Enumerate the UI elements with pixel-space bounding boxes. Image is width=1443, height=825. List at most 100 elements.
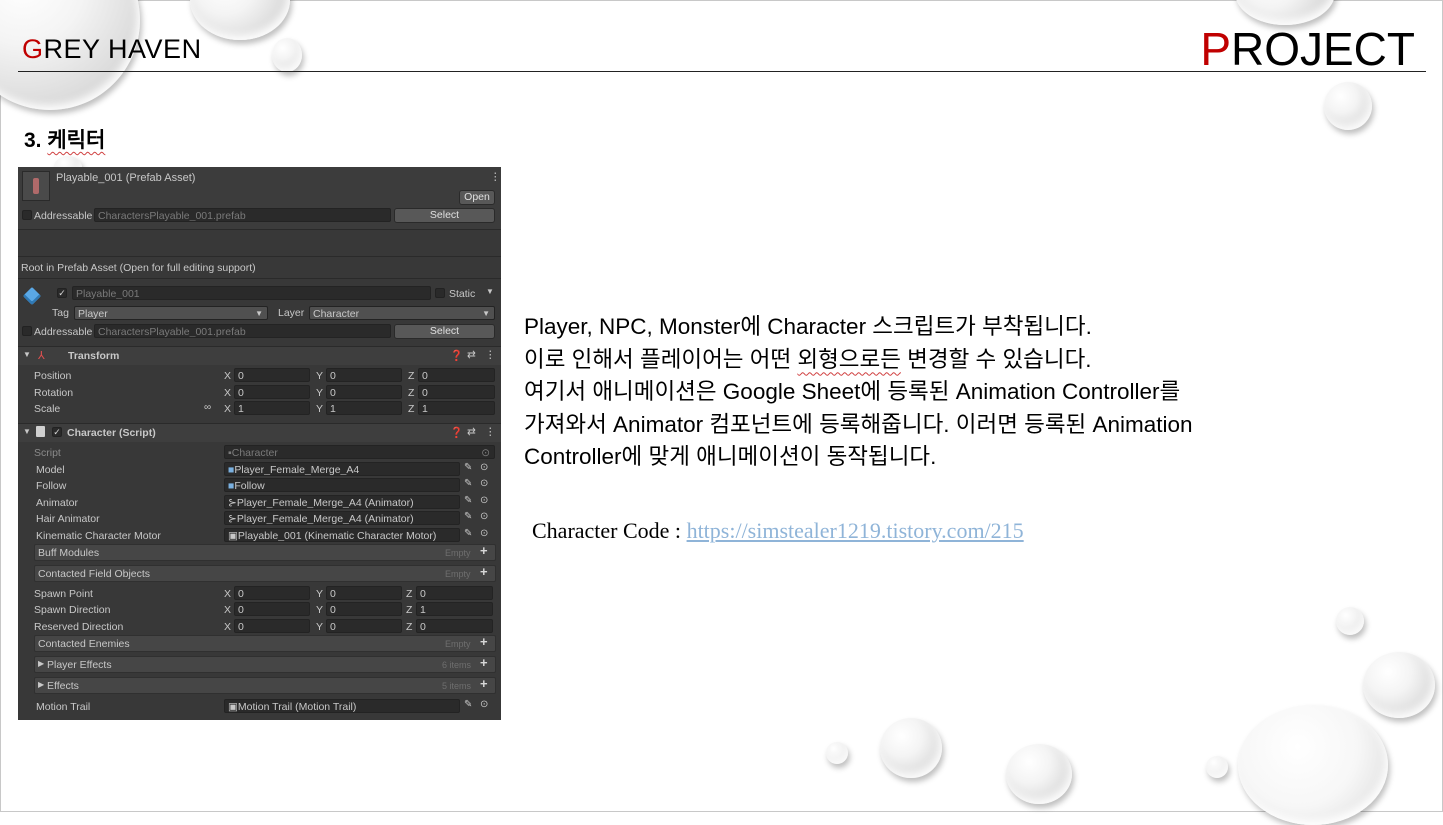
reserved-direction-y-field[interactable]: 0 [326, 619, 402, 633]
model-field[interactable]: ■Player_Female_Merge_A4 [224, 462, 460, 476]
droplet-decoration [826, 742, 848, 764]
kebab-menu-icon[interactable]: ⋮ [485, 426, 496, 438]
foldout-arrow-icon[interactable]: ▼ [23, 427, 31, 436]
effects-list[interactable] [34, 677, 496, 694]
add-icon[interactable]: + [480, 564, 488, 579]
add-icon[interactable]: + [480, 543, 488, 558]
static-dropdown-icon[interactable]: ▼ [486, 287, 494, 296]
target-icon[interactable]: ⊙ [480, 699, 488, 710]
add-icon[interactable]: + [480, 655, 488, 670]
transform-title: Transform [68, 350, 120, 362]
root-note: Root in Prefab Asset (Open for full edit… [21, 262, 256, 274]
asset-title: Playable_001 (Prefab Asset) [56, 172, 196, 184]
position-z-field[interactable]: 0 [418, 368, 495, 382]
axis-z-label: Z [408, 370, 415, 382]
pencil-icon[interactable]: ✎ [464, 495, 472, 506]
axis-x-label: X [224, 604, 232, 616]
pencil-icon[interactable]: ✎ [464, 699, 472, 710]
addressable-checkbox[interactable] [22, 210, 32, 220]
pencil-icon[interactable]: ✎ [464, 528, 472, 539]
description-fragment: 외형으로든 [797, 346, 901, 372]
follow-field[interactable]: ■Follow [224, 478, 460, 492]
open-button[interactable]: Open [459, 190, 495, 205]
reserved-direction-label: Reserved Direction [34, 621, 124, 633]
spawn-point-z-field[interactable]: 0 [416, 586, 493, 600]
brand-title: GREY HAVEN [22, 34, 202, 65]
rotation-z-field[interactable]: 0 [418, 385, 495, 399]
spawn-direction-z-field[interactable]: 1 [416, 602, 493, 616]
add-icon[interactable]: + [480, 634, 488, 649]
select-button[interactable]: Select [394, 324, 495, 339]
add-icon[interactable]: + [480, 676, 488, 691]
select-button[interactable]: Select [394, 208, 495, 223]
layer-dropdown[interactable]: Character ▼ [309, 306, 495, 320]
axis-y-label: Y [316, 387, 324, 399]
position-x-field[interactable]: 0 [234, 368, 310, 382]
droplet-decoration [1363, 652, 1435, 718]
chevron-down-icon: ▼ [482, 309, 490, 318]
scale-y-field[interactable]: 1 [326, 401, 402, 415]
help-icon[interactable]: ❓ [450, 426, 463, 439]
help-icon[interactable]: ❓ [450, 349, 463, 362]
reserved-direction-x-field[interactable]: 0 [234, 619, 310, 633]
target-icon[interactable]: ⊙ [480, 528, 488, 539]
scale-label: Scale [34, 403, 61, 415]
target-icon[interactable]: ⊙ [480, 495, 488, 506]
target-icon[interactable]: ⊙ [480, 478, 488, 489]
axis-y-label: Y [316, 588, 324, 600]
hair-animator-field[interactable]: ⊱Player_Female_Merge_A4 (Animator) [224, 511, 460, 525]
preset-icon[interactable]: ⇄ [467, 426, 476, 438]
expand-arrow-icon[interactable]: ▶ [38, 659, 44, 668]
static-checkbox[interactable] [435, 288, 445, 298]
unity-inspector: Playable_001 (Prefab Asset) ⋮ Open Addre… [18, 167, 501, 720]
expand-arrow-icon[interactable]: ▶ [38, 680, 44, 689]
script-label: Script [34, 447, 61, 459]
spawn-point-y-field[interactable]: 0 [326, 586, 402, 600]
addressable-path-field[interactable]: CharactersPlayable_001.prefab [94, 324, 391, 338]
target-icon[interactable]: ⊙ [480, 511, 488, 522]
section-title-text: 케릭터 [47, 129, 106, 152]
buff-modules-list[interactable] [34, 544, 496, 561]
target-icon[interactable]: ⊙ [480, 462, 488, 473]
object-name-field[interactable]: Playable_001 [72, 286, 431, 300]
kinematic-motor-value: Playable_001 (Kinematic Character Motor) [237, 530, 437, 542]
pencil-icon[interactable]: ✎ [464, 511, 472, 522]
animator-field[interactable]: ⊱Player_Female_Merge_A4 (Animator) [224, 495, 460, 509]
character-code-link[interactable]: https://simstealer1219.tistory.com/215 [687, 518, 1024, 543]
scale-z-field[interactable]: 1 [418, 401, 495, 415]
kinematic-motor-field[interactable]: ▣Playable_001 (Kinematic Character Motor… [224, 528, 460, 542]
pencil-icon[interactable]: ✎ [464, 478, 472, 489]
addressable-path-field[interactable]: CharactersPlayable_001.prefab [94, 208, 391, 222]
description-line: Player, NPC, Monster에 Character 스크립트가 부착… [524, 314, 1092, 339]
link-icon[interactable]: ∞ [204, 402, 211, 413]
prefab-icon [22, 171, 50, 201]
reserved-direction-z-field[interactable]: 0 [416, 619, 493, 633]
active-checkbox[interactable]: ✓ [57, 288, 67, 298]
layer-value: Character [313, 308, 360, 320]
axis-z-label: Z [408, 387, 415, 399]
position-y-field[interactable]: 0 [326, 368, 402, 382]
addressable-checkbox[interactable] [22, 326, 32, 336]
model-value: Player_Female_Merge_A4 [234, 464, 360, 476]
rotation-y-field[interactable]: 0 [326, 385, 402, 399]
header-divider [18, 71, 1426, 72]
spawn-point-x-field[interactable]: 0 [234, 586, 310, 600]
kebab-menu-icon[interactable]: ⋮ [490, 171, 501, 183]
scale-x-field[interactable]: 1 [234, 401, 310, 415]
foldout-arrow-icon[interactable]: ▼ [23, 350, 31, 359]
pencil-icon[interactable]: ✎ [464, 462, 472, 473]
preset-icon[interactable]: ⇄ [467, 349, 476, 361]
contacted-field-objects-empty: Empty [445, 569, 471, 579]
rotation-x-field[interactable]: 0 [234, 385, 310, 399]
motion-trail-field[interactable]: ▣Motion Trail (Motion Trail) [224, 699, 460, 713]
hair-animator-label: Hair Animator [36, 513, 100, 525]
position-label: Position [34, 370, 72, 382]
component-enabled-checkbox[interactable]: ✓ [52, 427, 62, 437]
spawn-direction-x-field[interactable]: 0 [234, 602, 310, 616]
rotation-label: Rotation [34, 387, 74, 399]
spawn-direction-y-field[interactable]: 0 [326, 602, 402, 616]
kebab-menu-icon[interactable]: ⋮ [485, 349, 496, 361]
tag-value: Player [78, 308, 108, 320]
tag-dropdown[interactable]: Player ▼ [74, 306, 268, 320]
script-value: Character [231, 447, 278, 459]
